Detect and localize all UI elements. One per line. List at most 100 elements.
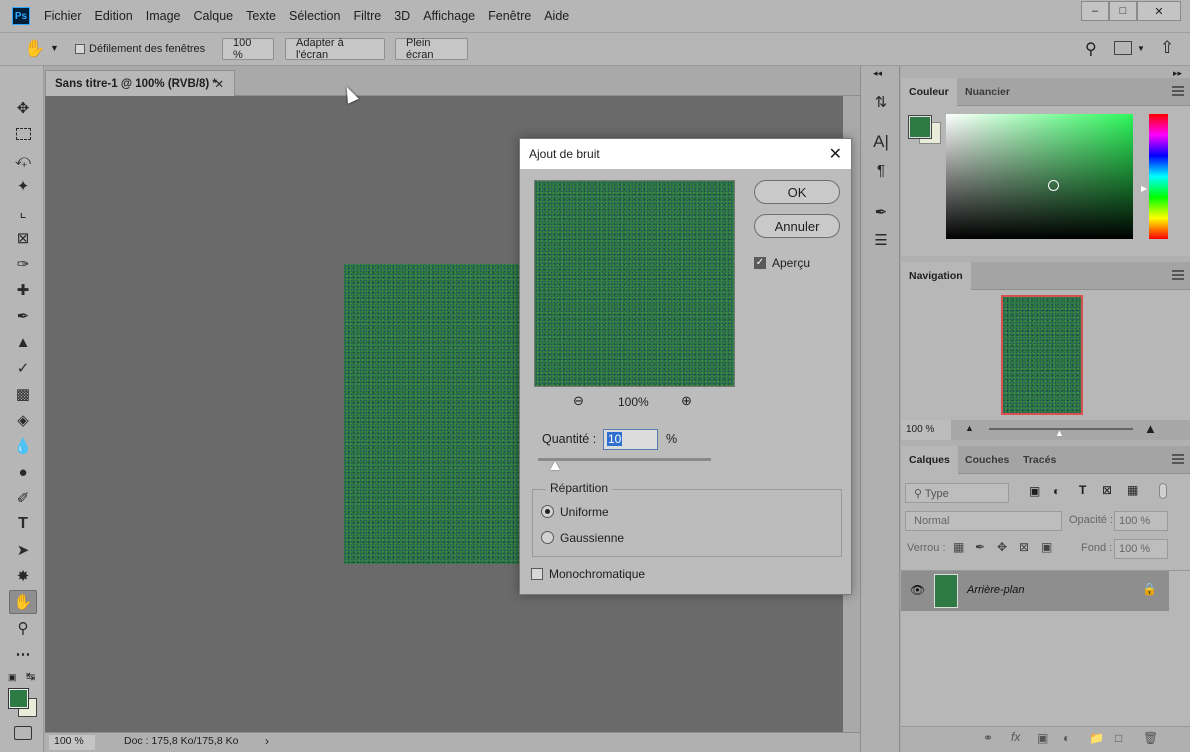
panel-menu-icon[interactable] — [1172, 86, 1184, 96]
swap-colors-icon[interactable]: ↹ — [26, 670, 35, 683]
history-brush-icon[interactable]: ✓ — [9, 356, 37, 380]
lock-artboard-icon[interactable]: ⊠ — [1019, 540, 1029, 554]
layer-thumbnail[interactable] — [934, 574, 958, 608]
scroll-windows-checkbox[interactable] — [75, 44, 85, 54]
menu-selection[interactable]: Sélection — [289, 9, 340, 23]
layer-name[interactable]: Arrière-plan — [967, 584, 1024, 596]
monochromatic-checkbox[interactable] — [531, 568, 543, 580]
amount-slider[interactable] — [538, 458, 711, 461]
tab-nuancier[interactable]: Nuancier — [957, 78, 1018, 106]
filter-toggle[interactable] — [1159, 483, 1167, 499]
blur-tool-icon[interactable]: 💧 — [9, 434, 37, 458]
menu-aide[interactable]: Aide — [544, 9, 569, 23]
tab-calques[interactable]: Calques — [901, 446, 958, 474]
full-screen-button[interactable]: Plein écran — [395, 37, 468, 61]
ok-button[interactable]: OK — [754, 180, 840, 204]
tab-couleur[interactable]: Couleur — [901, 78, 957, 106]
share-icon[interactable]: ⇧ — [1160, 38, 1174, 58]
marquee-tool-icon[interactable] — [9, 122, 37, 146]
hand-tool-icon[interactable]: ✋ — [24, 39, 45, 59]
fx-icon[interactable]: fx — [1011, 730, 1020, 744]
path-selection-icon[interactable]: ➤ — [9, 538, 37, 562]
adjustment-layer-icon[interactable]: ◐ — [1063, 731, 1070, 745]
navigator-slider-handle-icon[interactable]: ▲ — [1055, 428, 1064, 438]
tab-couches[interactable]: Couches — [957, 446, 1017, 474]
tab-document[interactable]: Sans titre-1 @ 100% (RVB/8) * ✕ — [45, 70, 235, 96]
blend-mode-select[interactable]: Normal — [905, 511, 1062, 531]
amount-input[interactable]: 10 — [603, 429, 658, 450]
pen-tool-icon[interactable]: ✐ — [9, 486, 37, 510]
new-group-icon[interactable]: 📁 — [1089, 731, 1104, 745]
link-layers-icon[interactable]: ⚭ — [983, 731, 993, 745]
color-fg-swatch[interactable] — [908, 115, 932, 139]
zoom-in-mountain-icon[interactable]: ▲ — [1144, 421, 1157, 436]
document-canvas[interactable] — [344, 264, 544, 564]
quick-mask-icon[interactable] — [14, 726, 32, 740]
lock-position-icon[interactable]: ✥ — [997, 540, 1007, 554]
brush-settings-icon[interactable]: ✒ — [869, 200, 893, 224]
add-mask-icon[interactable]: ▣ — [1037, 731, 1048, 745]
filter-pixel-icon[interactable]: ▣ — [1029, 484, 1040, 498]
stamp-tool-icon[interactable]: ▲ — [9, 330, 37, 354]
zoom-tool-icon[interactable]: ⚲ — [9, 616, 37, 640]
opacity-input[interactable]: 100 % — [1114, 511, 1168, 531]
workspace-chevron-icon[interactable]: ▼ — [1137, 44, 1145, 53]
new-layer-icon[interactable]: □ — [1115, 731, 1122, 745]
collapse-dock-icon[interactable]: ◂◂ — [873, 68, 882, 79]
brush-tool-icon[interactable]: ✒ — [9, 304, 37, 328]
hue-slider[interactable] — [1149, 114, 1168, 239]
menu-filtre[interactable]: Filtre — [353, 9, 381, 23]
menu-fenetre[interactable]: Fenêtre — [488, 9, 531, 23]
foreground-color-swatch[interactable] — [8, 688, 29, 709]
uniform-radio[interactable] — [541, 505, 554, 518]
panel-menu-icon[interactable] — [1172, 270, 1184, 280]
menu-affichage[interactable]: Affichage — [423, 9, 475, 23]
workspace-icon[interactable] — [1114, 41, 1132, 55]
tab-traces[interactable]: Tracés — [1015, 446, 1064, 474]
healing-brush-icon[interactable]: ✚ — [9, 278, 37, 302]
custom-shape-icon[interactable]: ✸ — [9, 564, 37, 588]
type-tool-icon[interactable]: T — [9, 512, 37, 536]
delete-layer-icon[interactable]: 🗑 — [1143, 731, 1158, 745]
menu-edition[interactable]: Edition — [95, 9, 133, 23]
color-picker-marker[interactable] — [1048, 180, 1059, 191]
hand-tool-icon[interactable]: ✋ — [9, 590, 37, 614]
search-icon[interactable]: ⚲ — [1085, 39, 1097, 59]
zoom-out-mountain-icon[interactable]: ▲ — [965, 423, 974, 433]
layer-filter-select[interactable]: ⚲ Type — [905, 483, 1009, 503]
chevron-down-icon[interactable]: ▼ — [50, 43, 59, 53]
move-tool-icon[interactable]: ✥ — [9, 96, 37, 120]
dodge-tool-icon[interactable]: ● — [9, 460, 37, 484]
close-window-button[interactable]: ✕ — [1137, 1, 1181, 21]
lock-pixels-icon[interactable]: ✒ — [975, 540, 985, 554]
navigator-zoom[interactable]: 100 % — [901, 420, 951, 440]
lock-transparent-icon[interactable]: ▦ — [953, 540, 964, 554]
menu-3d[interactable]: 3D — [394, 9, 410, 23]
filter-adjustment-icon[interactable]: ◐ — [1053, 484, 1060, 498]
navigator-preview[interactable] — [1001, 295, 1083, 415]
layer-row[interactable]: 👁 Arrière-plan 🔒 — [901, 571, 1169, 611]
default-colors-icon[interactable]: ▣ — [8, 672, 17, 683]
minimize-button[interactable]: – — [1081, 1, 1109, 21]
menu-calque[interactable]: Calque — [194, 9, 234, 23]
crop-tool-icon[interactable]: ⌞ — [9, 200, 37, 224]
tab-navigation[interactable]: Navigation — [901, 262, 971, 290]
status-zoom[interactable]: 100 % — [49, 735, 95, 750]
frame-tool-icon[interactable]: ⊠ — [9, 226, 37, 250]
lock-all-icon[interactable]: ▣ — [1041, 540, 1052, 554]
preview-zoom-out-icon[interactable]: ⊖ — [573, 393, 584, 409]
noise-preview[interactable] — [534, 180, 735, 387]
hue-slider-handle-icon[interactable]: ▶ — [1141, 184, 1147, 193]
paint-bucket-icon[interactable]: ◈ — [9, 408, 37, 432]
lasso-tool-icon[interactable]: ⤽ — [9, 148, 37, 172]
filter-type-icon[interactable]: T — [1079, 483, 1086, 497]
fit-screen-button[interactable]: Adapter à l'écran — [285, 37, 385, 61]
cancel-button[interactable]: Annuler — [754, 214, 840, 238]
magic-wand-icon[interactable]: ✦ — [9, 174, 37, 198]
amount-slider-handle[interactable] — [550, 461, 561, 470]
maximize-button[interactable]: □ — [1109, 1, 1137, 21]
history-panel-icon[interactable]: ⇅ — [869, 90, 893, 114]
close-tab-icon[interactable]: ✕ — [214, 77, 224, 91]
preview-checkbox[interactable]: ✓ — [754, 257, 766, 269]
gaussian-radio[interactable] — [541, 531, 554, 544]
